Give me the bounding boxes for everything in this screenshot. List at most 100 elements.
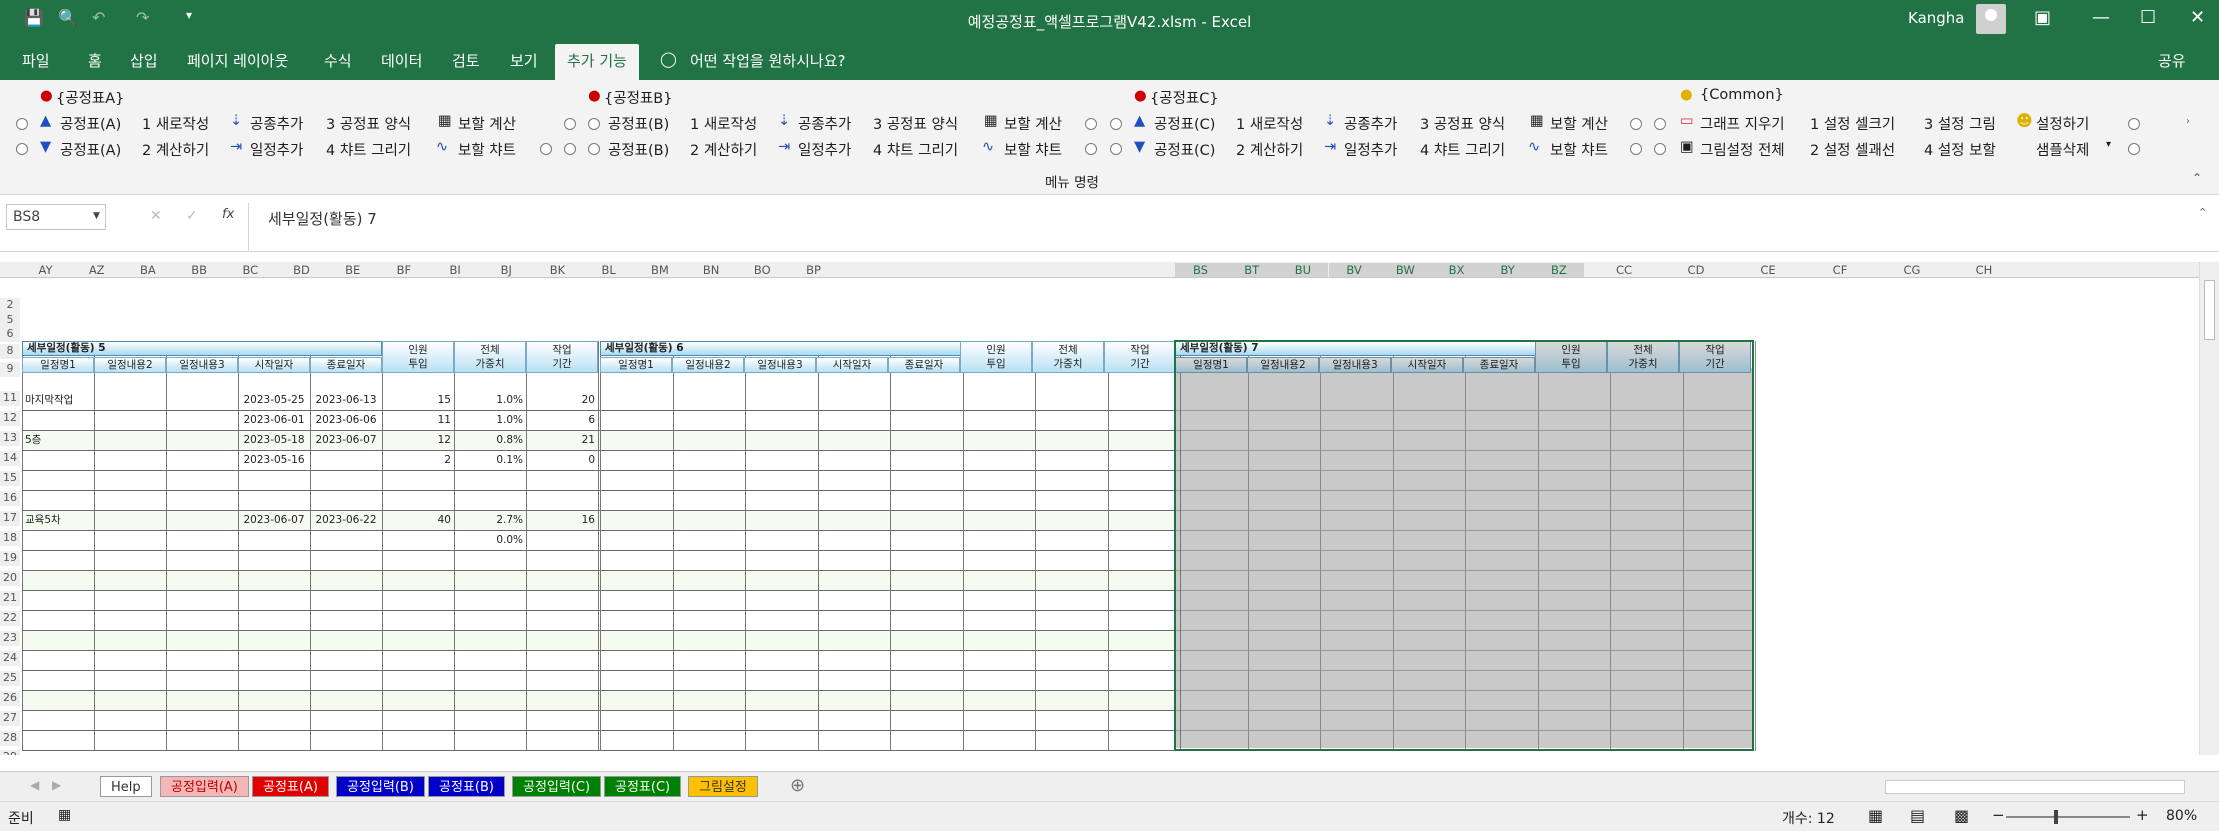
page-break-icon[interactable]: ▩	[1954, 806, 1969, 825]
btn-weight-chart-a[interactable]: 보할 챠트	[458, 139, 516, 160]
table-cell[interactable]: 2023-06-07	[313, 431, 379, 450]
table-cell[interactable]: 6	[529, 411, 595, 430]
sheet-tab[interactable]: 공정표(C)	[604, 776, 682, 797]
row-number[interactable]: 6	[0, 327, 20, 342]
radio-c0[interactable]	[1110, 118, 1122, 130]
btn-cell-border[interactable]: 2 설정 셀괘선	[1810, 139, 1895, 160]
table-cell[interactable]: 2023-06-07	[241, 511, 307, 530]
btn-set-weight[interactable]: 4 설정 보할	[1924, 139, 1996, 160]
chevron-down-icon[interactable]: ▼	[93, 211, 100, 221]
btn-sheet-a-up[interactable]: 공정표(A)	[60, 113, 121, 134]
table-cell[interactable]: 0.1%	[457, 451, 523, 470]
avatar[interactable]	[1976, 4, 2006, 34]
tell-me-box[interactable]: 어떤 작업을 원하시나요?	[690, 50, 846, 71]
collapse-ribbon-icon[interactable]: ⌃	[2192, 171, 2202, 185]
btn-form-a[interactable]: 3 공정표 양식	[326, 113, 411, 134]
radio-a2[interactable]	[16, 143, 28, 155]
tab-view[interactable]: 보기	[510, 50, 538, 71]
column-header[interactable]: BA	[122, 263, 173, 277]
sheet-tab[interactable]: Help	[100, 776, 152, 797]
column-header[interactable]: BF	[378, 263, 429, 277]
row-number[interactable]: 9	[0, 362, 20, 377]
radio-d2[interactable]	[2128, 143, 2140, 155]
table-cell[interactable]: 2023-06-22	[313, 511, 379, 530]
btn-new-c[interactable]: 1 새로작성	[1236, 113, 1303, 134]
column-header[interactable]: BY	[1482, 263, 1534, 277]
prev-sheet-icon[interactable]: ◀	[30, 778, 39, 792]
table-cell[interactable]: 2023-05-18	[241, 431, 307, 450]
column-header[interactable]: BI	[430, 263, 481, 277]
btn-settings[interactable]: 설정하기	[2036, 113, 2089, 134]
btn-sheet-b-down[interactable]: 공정표(B)	[608, 139, 669, 160]
table-cell[interactable]: 1.0%	[457, 411, 523, 430]
table-cell[interactable]: 2023-05-16	[241, 451, 307, 470]
formula-input[interactable]: 세부일정(활동) 7	[268, 208, 377, 229]
btn-new-b[interactable]: 1 새로작성	[690, 113, 757, 134]
table-cell[interactable]: 20	[529, 391, 595, 410]
row-number[interactable]: 12	[0, 411, 20, 426]
name-box[interactable]: BS8 ▼	[6, 204, 106, 230]
column-header[interactable]: BS	[1175, 263, 1226, 277]
table-cell[interactable]: 2.7%	[457, 511, 523, 530]
row-number[interactable]: 24	[0, 651, 20, 666]
macro-record-icon[interactable]: ▦	[58, 807, 71, 823]
table-cell[interactable]: 2023-06-06	[313, 411, 379, 430]
row-number[interactable]: 14	[0, 451, 20, 466]
radio-d0[interactable]	[1654, 118, 1666, 130]
btn-weight-calc-b[interactable]: 보할 계산	[1004, 113, 1062, 134]
table-cell[interactable]: 5층	[25, 431, 91, 450]
tab-home[interactable]: 홈	[88, 50, 102, 71]
normal-view-icon[interactable]: ▦	[1868, 806, 1883, 825]
radio-b4[interactable]	[1085, 143, 1097, 155]
horizontal-scrollbar[interactable]	[1885, 780, 2185, 794]
column-header[interactable]: BK	[532, 263, 583, 277]
share-button[interactable]: 공유	[2158, 50, 2186, 71]
column-header[interactable]: BZ	[1533, 263, 1585, 277]
radio-d1[interactable]	[2128, 118, 2140, 130]
table-cell[interactable]: 2023-05-25	[241, 391, 307, 410]
column-header[interactable]: BV	[1328, 263, 1380, 277]
table-cell[interactable]: 2023-06-01	[241, 411, 307, 430]
btn-delete-sample[interactable]: 샘플삭제	[2036, 139, 2089, 160]
row-number[interactable]: 19	[0, 551, 20, 566]
row-number[interactable]: 28	[0, 731, 20, 746]
column-header[interactable]: AY	[20, 263, 71, 277]
sheet-tab[interactable]: 공정표(A)	[252, 776, 329, 797]
row-number[interactable]: 18	[0, 531, 20, 546]
radio-b1[interactable]	[588, 118, 600, 130]
btn-form-b[interactable]: 3 공정표 양식	[873, 113, 958, 134]
btn-sheet-c-up[interactable]: 공정표(C)	[1154, 113, 1215, 134]
chevron-down-icon[interactable]: ▾	[2106, 139, 2111, 150]
column-header[interactable]: CC	[1588, 263, 1660, 277]
close-icon[interactable]: ✕	[2190, 7, 2205, 28]
column-header[interactable]: BN	[686, 263, 737, 277]
column-header[interactable]: CF	[1804, 263, 1876, 277]
btn-weight-chart-c[interactable]: 보할 챠트	[1550, 139, 1608, 160]
radio-b0b[interactable]	[564, 143, 576, 155]
column-header[interactable]: CE	[1732, 263, 1804, 277]
zoom-thumb[interactable]	[2054, 810, 2058, 824]
btn-add-trade-a[interactable]: 공종추가	[250, 113, 303, 134]
row-number[interactable]: 2	[0, 298, 20, 313]
btn-clear-graph[interactable]: 그래프 지우기	[1700, 113, 1785, 134]
btn-add-schedule-a[interactable]: 일정추가	[250, 139, 303, 160]
btn-chart-a[interactable]: 4 챠트 그리기	[326, 139, 411, 160]
btn-add-schedule-b[interactable]: 일정추가	[798, 139, 851, 160]
radio-b0[interactable]	[564, 118, 576, 130]
row-number[interactable]: 23	[0, 631, 20, 646]
row-number[interactable]: 17	[0, 511, 20, 526]
column-header[interactable]: BB	[174, 263, 225, 277]
tab-add-ins[interactable]: 추가 기능	[555, 44, 639, 81]
radio-b2[interactable]	[588, 143, 600, 155]
row-number[interactable]: 5	[0, 313, 20, 328]
add-sheet-icon[interactable]: ⊕	[790, 775, 805, 796]
btn-add-trade-c[interactable]: 공종추가	[1344, 113, 1397, 134]
column-header[interactable]: BX	[1431, 263, 1482, 277]
column-header[interactable]: AZ	[71, 263, 122, 277]
table-cell[interactable]: 0	[529, 451, 595, 470]
column-header[interactable]: CH	[1948, 263, 2020, 277]
sheet-tab[interactable]: 공정입력(C)	[512, 776, 602, 797]
btn-sheet-b-up[interactable]: 공정표(B)	[608, 113, 669, 134]
table-cell[interactable]: 40	[385, 511, 451, 530]
btn-chart-b[interactable]: 4 챠트 그리기	[873, 139, 958, 160]
